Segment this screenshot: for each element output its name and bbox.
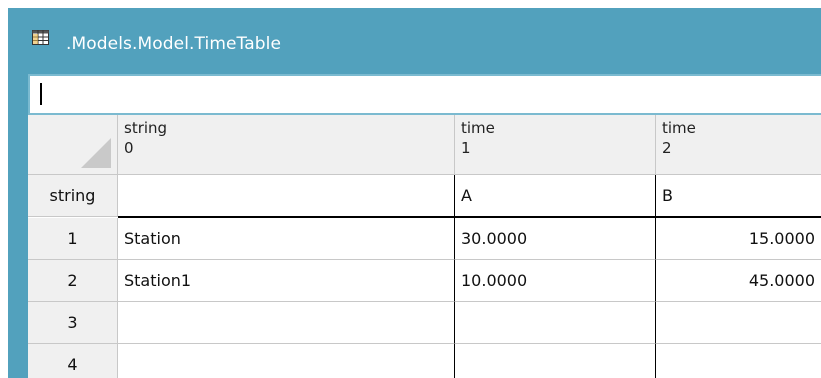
table-cell[interactable]: Station1 [118, 260, 455, 302]
select-all-corner[interactable] [28, 115, 118, 175]
row-header-3[interactable]: 3 [28, 302, 118, 344]
formula-bar[interactable] [28, 74, 821, 115]
table-cell[interactable] [118, 344, 455, 378]
column-type-label: string [124, 119, 168, 137]
row-header-1[interactable]: 1 [28, 218, 118, 260]
table-icon [32, 30, 49, 45]
row-header-2[interactable]: 2 [28, 260, 118, 302]
window-title: .Models.Model.TimeTable [66, 34, 282, 54]
table-cell[interactable]: 10.0000 [455, 260, 656, 302]
table-window: .Models.Model.TimeTable string 0 time 1 … [8, 8, 821, 378]
column-index-label: 2 [662, 139, 672, 157]
table-cell[interactable] [455, 344, 656, 378]
select-all-triangle-icon [81, 138, 111, 168]
table-cell[interactable]: Station [118, 218, 455, 260]
table-cell[interactable] [656, 344, 821, 378]
column-index-label: 0 [124, 139, 134, 157]
table-cell[interactable] [455, 302, 656, 344]
row-header-type[interactable]: string [28, 175, 118, 217]
table-cell[interactable] [118, 302, 455, 344]
column-header-0[interactable]: string 0 [118, 115, 455, 175]
table-cell[interactable]: 15.0000 [656, 218, 821, 260]
column-header-2[interactable]: time 2 [656, 115, 821, 175]
column-type-label: time [461, 119, 495, 137]
data-grid: string 0 time 1 time 2 string A B 1 Stat… [28, 115, 821, 378]
column-type-label: time [662, 119, 696, 137]
header-cell[interactable]: A [455, 175, 656, 217]
table-cell[interactable]: 30.0000 [455, 218, 656, 260]
table-cell[interactable]: 45.0000 [656, 260, 821, 302]
row-header-4[interactable]: 4 [28, 344, 118, 378]
table-cell[interactable] [656, 302, 821, 344]
formula-input[interactable] [30, 76, 821, 113]
column-index-label: 1 [461, 139, 471, 157]
header-cell[interactable]: B [656, 175, 821, 217]
header-cell[interactable] [118, 175, 455, 217]
column-header-1[interactable]: time 1 [455, 115, 656, 175]
title-bar: .Models.Model.TimeTable [8, 8, 821, 74]
